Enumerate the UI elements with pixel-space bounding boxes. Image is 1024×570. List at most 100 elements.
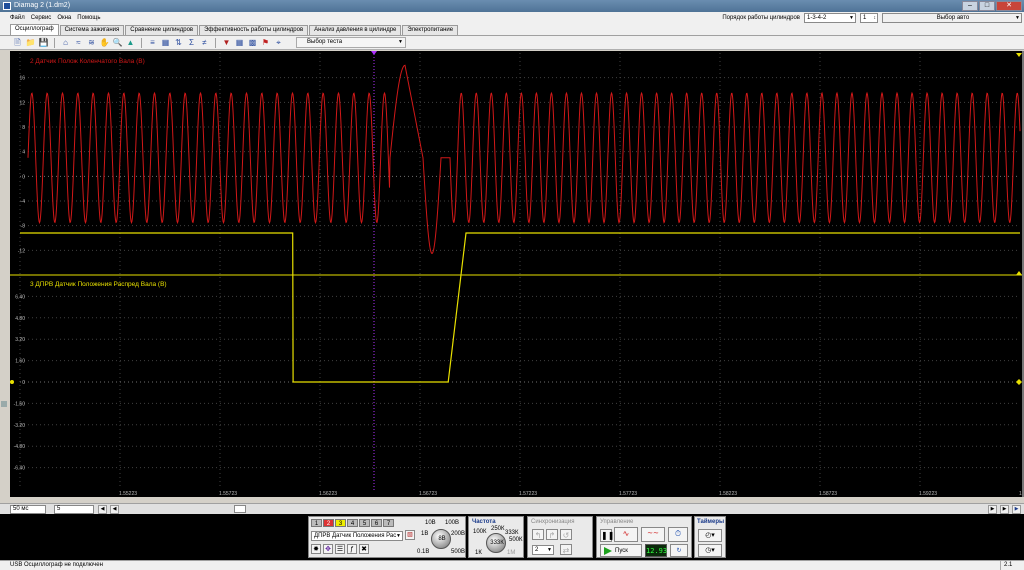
- title-bar: Diamag 2 (1.dm2) – □ ✕: [0, 0, 1024, 12]
- stopwatch-icon[interactable]: ⏱: [668, 527, 688, 542]
- play-icon: [604, 547, 612, 555]
- cylinder-spinner[interactable]: 1 ↕: [860, 13, 878, 23]
- wave-zoom-icon[interactable]: ≈: [73, 37, 84, 48]
- test-select[interactable]: Выбор теста ▼: [296, 37, 406, 48]
- scroll-thumb[interactable]: [234, 505, 246, 513]
- channel-tab-3[interactable]: 3: [335, 519, 346, 527]
- tools-icon[interactable]: ✖: [359, 544, 369, 554]
- scroll-end-icon[interactable]: ▶: [1012, 505, 1021, 514]
- test-select-value: Выбор теста: [307, 39, 343, 45]
- gutter-scroll-marker[interactable]: [1, 401, 7, 407]
- ruler-icon[interactable]: ⌖: [273, 37, 284, 48]
- y-tick-label: 1.60: [15, 359, 25, 365]
- timer-2-icon[interactable]: ◷▾: [698, 544, 722, 557]
- channel-count-select[interactable]: 5: [54, 505, 94, 514]
- expand-icon[interactable]: ⇅: [173, 37, 184, 48]
- tab-ignition[interactable]: Система зажигания: [59, 25, 125, 35]
- control-area: 1 2 3 4 5 6 7 ДПРВ Датчик Положения Рас ▼…: [0, 514, 1024, 560]
- control-panel: Управление ❚❚ ∿ ∼∼ ⏱ Пуск 12.93 ↻: [596, 516, 692, 558]
- marker-icon[interactable]: ▲: [125, 37, 136, 48]
- auto-icon[interactable]: ↻: [670, 544, 688, 557]
- grid-icon[interactable]: ▦: [160, 37, 171, 48]
- timebase-select[interactable]: 50 мс: [10, 505, 46, 514]
- channel-tab-5[interactable]: 5: [359, 519, 370, 527]
- falling-edge-icon[interactable]: ↱: [546, 529, 558, 540]
- channel-tab-2[interactable]: 2: [323, 519, 334, 527]
- magnifier-icon[interactable]: 🔍: [112, 37, 123, 48]
- rising-edge-icon[interactable]: ↰: [532, 529, 544, 540]
- hand-pan-icon[interactable]: ✋: [99, 37, 110, 48]
- chevron-down-icon: ▼: [1015, 15, 1020, 21]
- app-icon: [3, 2, 11, 10]
- menu-file[interactable]: Файл: [10, 15, 25, 21]
- scroll-prev-icon[interactable]: ◀: [110, 505, 119, 514]
- compress-icon[interactable]: ≡: [147, 37, 158, 48]
- frequency-knob[interactable]: 333К: [486, 533, 506, 553]
- frequency-label-333k: 333К: [505, 530, 519, 536]
- voltage-label-1v: 1В: [421, 531, 429, 537]
- scroll-next-icon[interactable]: ▶: [988, 505, 997, 514]
- tab-power-supply[interactable]: Электропитание: [402, 25, 459, 35]
- list-icon[interactable]: ☰: [335, 544, 345, 554]
- save-icon[interactable]: 💾: [38, 37, 49, 48]
- flag-icon[interactable]: ⚑: [260, 37, 271, 48]
- sync-channel-select[interactable]: 2 ▼: [532, 545, 554, 555]
- maximize-button[interactable]: □: [979, 1, 995, 11]
- menu-service[interactable]: Сервис: [31, 15, 52, 21]
- channel-tab-4[interactable]: 4: [347, 519, 358, 527]
- pause-icon[interactable]: ❚❚: [600, 529, 614, 542]
- y-tick-label: 6.40: [15, 294, 25, 300]
- channel-tab-1[interactable]: 1: [311, 519, 322, 527]
- auto-select-combo[interactable]: Выбор авто ▼: [882, 13, 1022, 23]
- multi-wave-icon[interactable]: ∼∼: [641, 527, 665, 542]
- plot-labels: 1.55223 1.55723 1.56223 1.56723 1.57223 1.577…: [14, 58, 1024, 497]
- close-button[interactable]: ✕: [996, 1, 1022, 11]
- channel-3-label: 3 ДПРВ Датчик Положения Распред Вала (В): [30, 281, 167, 288]
- house-icon[interactable]: ⌂: [60, 37, 71, 48]
- timebase-value: 50 мс: [13, 506, 29, 512]
- function-icon[interactable]: ƒ: [347, 544, 357, 554]
- tab-pressure-analysis[interactable]: Анализ давления в цилиндре: [309, 25, 402, 35]
- camshaft-sensor-trace: [20, 232, 1020, 383]
- start-button[interactable]: Пуск: [600, 544, 642, 557]
- wrench-icon[interactable]: ✸: [311, 544, 321, 554]
- horizontal-scrollbar[interactable]: 50 мс 5 ◀ ◀ ▶ ▶ ▶: [0, 503, 1024, 514]
- timer-1-icon[interactable]: ◴▾: [698, 529, 722, 542]
- y-tick-label: 4: [22, 150, 25, 156]
- tab-cylinder-compare[interactable]: Сравнение цилиндров: [125, 25, 199, 35]
- minimize-button[interactable]: –: [962, 1, 978, 11]
- open-folder-icon[interactable]: 📁: [25, 37, 36, 48]
- channel-count-value: 5: [57, 506, 61, 512]
- tab-bar: Осциллограф Система зажигания Сравнение …: [0, 24, 1024, 36]
- menu-help[interactable]: Помощь: [77, 15, 100, 21]
- channel-tab-6[interactable]: 6: [371, 519, 382, 527]
- crosshair-icon[interactable]: ✥: [323, 544, 333, 554]
- new-file-icon[interactable]: 🗎: [12, 37, 23, 48]
- chart-icon[interactable]: ▩: [247, 37, 258, 48]
- y-tick-label: -1.60: [14, 401, 26, 407]
- scroll-first-icon[interactable]: ◀: [98, 505, 107, 514]
- menu-windows[interactable]: Окна: [57, 15, 71, 21]
- trigger-icon[interactable]: ↺: [560, 529, 572, 540]
- voltage-knob-value: 8В: [438, 536, 446, 542]
- sync-level-icon[interactable]: ⇄: [560, 544, 572, 555]
- frequency-label-100k: 100К: [473, 529, 487, 535]
- tab-oscilloscope[interactable]: Осциллограф: [10, 24, 59, 35]
- filter-icon[interactable]: ▼: [221, 37, 232, 48]
- table-icon[interactable]: ▦: [234, 37, 245, 48]
- firing-order-select[interactable]: 1-3-4-2 ▼: [804, 13, 856, 23]
- frequency-label-1m: 1М: [507, 550, 516, 556]
- channel-name-select[interactable]: ДПРВ Датчик Положения Рас ▼: [311, 531, 403, 541]
- wave-select-icon[interactable]: ≋: [86, 37, 97, 48]
- tab-cylinder-efficiency[interactable]: Эффективность работы цилиндров: [199, 25, 309, 35]
- sync-channel-value: 2: [535, 547, 539, 553]
- sine-wave-icon[interactable]: ∿: [614, 527, 638, 542]
- cursor-marker: [371, 51, 377, 55]
- voltage-knob[interactable]: 8В: [431, 529, 451, 549]
- probe-icon[interactable]: ▧: [405, 530, 415, 540]
- sigma-icon[interactable]: Σ: [186, 37, 197, 48]
- measure-icon[interactable]: ≠: [199, 37, 210, 48]
- scroll-last-icon[interactable]: ▶: [1000, 505, 1009, 514]
- oscilloscope-plot[interactable]: 1.55223 1.55723 1.56223 1.56723 1.57223 1.577…: [10, 51, 1024, 497]
- channel-tab-7[interactable]: 7: [383, 519, 394, 527]
